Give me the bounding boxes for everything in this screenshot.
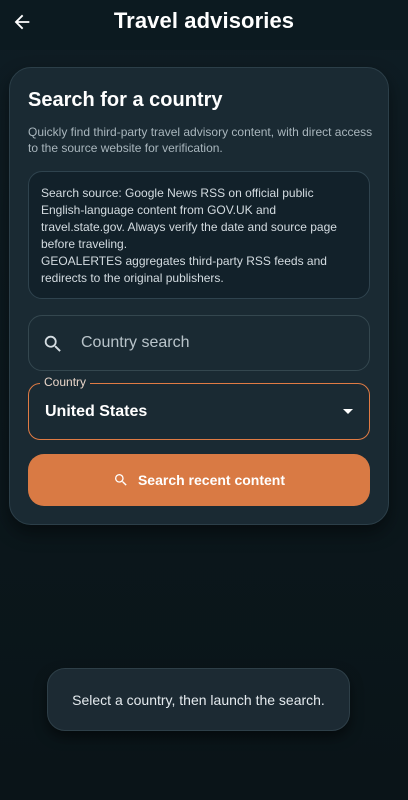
caret-down-icon [343, 409, 353, 414]
country-search-input[interactable] [81, 316, 351, 370]
top-app-bar: Travel advisories [0, 0, 408, 50]
snackbar-message: Select a country, then launch the search… [72, 691, 325, 708]
country-select[interactable]: Country United States [28, 375, 370, 440]
source-info-box: Search source: Google News RSS on offici… [28, 171, 370, 299]
page-title: Travel advisories [113, 8, 295, 33]
search-button-label: Search recent content [137, 472, 286, 488]
snackbar: Select a country, then launch the search… [47, 668, 350, 731]
search-card: Search for a country Quickly find third-… [9, 67, 389, 525]
country-search-field[interactable] [28, 315, 370, 371]
search-recent-content-button[interactable]: Search recent content [28, 454, 370, 506]
search-icon [44, 335, 61, 352]
aggregator-info-text: GEOALERTES aggregates third-party RSS fe… [41, 254, 327, 285]
country-select-label: Country [40, 375, 91, 389]
source-info-text: Search source: Google News RSS on offici… [41, 186, 337, 251]
app-screen: Travel advisories Search for a country Q… [0, 0, 408, 800]
card-subtitle: Quickly find third-party travel advisory… [28, 125, 373, 155]
country-select-value: United States [45, 403, 148, 420]
card-title: Search for a country [28, 89, 223, 111]
search-icon [114, 474, 127, 486]
